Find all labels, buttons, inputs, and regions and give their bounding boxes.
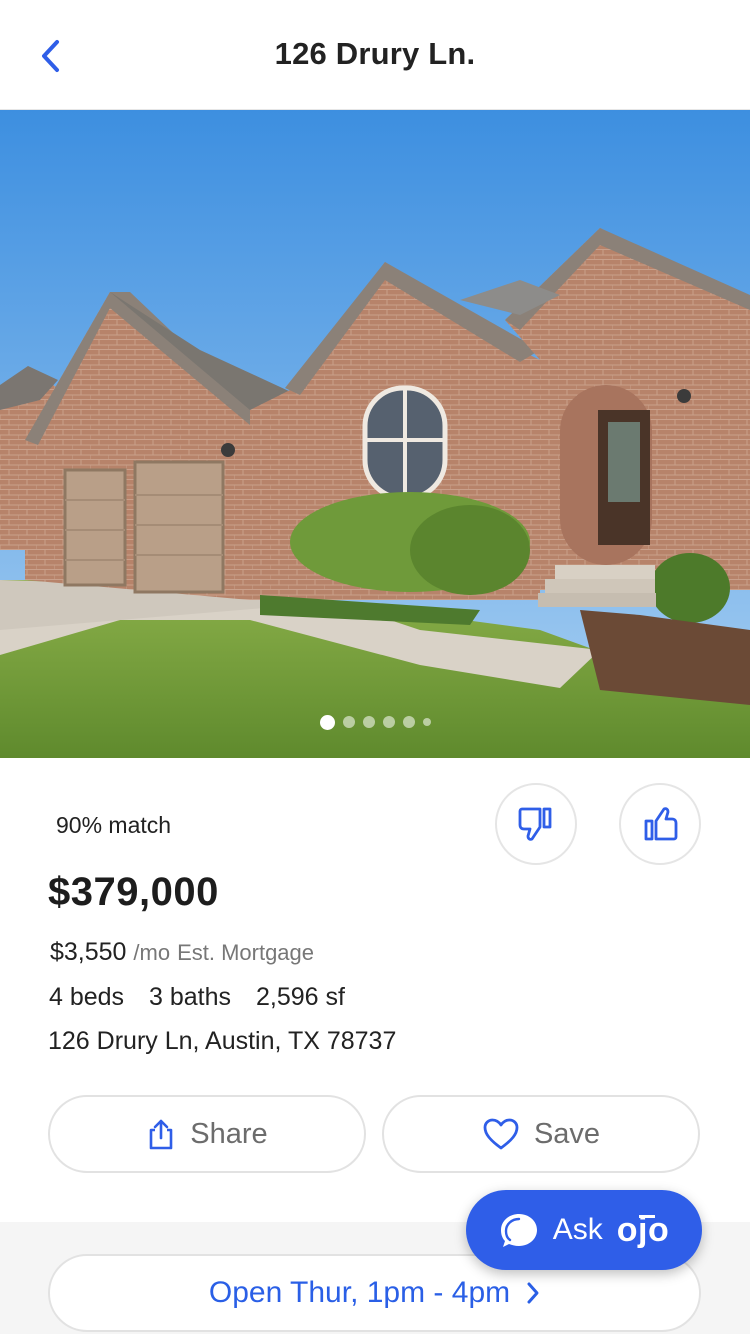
thumbs-up-icon — [644, 807, 678, 841]
pagination-dot[interactable] — [382, 716, 395, 728]
mortgage-estimate: $3,550 /mo Est. Mortgage — [50, 938, 314, 967]
square-footage: 2,596 sf — [255, 983, 345, 1011]
match-percentage: 90% match — [56, 812, 172, 838]
save-label: Save — [533, 1117, 601, 1150]
photo-pagination[interactable] — [0, 715, 750, 730]
pagination-dot[interactable] — [422, 718, 431, 726]
baths-count: 3 baths — [149, 983, 232, 1011]
house-photo-image — [0, 110, 750, 758]
mortgage-label: Est. Mortgage — [177, 940, 315, 965]
pagination-dot[interactable] — [342, 716, 355, 728]
app-header: 126 Drury Ln. — [0, 0, 750, 110]
listing-price: $379,000 — [48, 870, 219, 914]
listing-specs: 4 beds 3 baths 2,596 sf — [49, 983, 363, 1012]
mortgage-period: /mo — [133, 940, 171, 965]
share-icon — [149, 1119, 173, 1150]
dislike-button[interactable] — [495, 783, 577, 865]
ojo-logo: ojo — [616, 1210, 670, 1249]
chat-bubble-icon — [500, 1214, 537, 1247]
share-button[interactable]: Share — [48, 1095, 366, 1173]
ask-label: Ask — [552, 1213, 603, 1246]
thumbs-down-icon — [518, 807, 552, 841]
chevron-right-icon — [527, 1282, 539, 1304]
beds-count: 4 beds — [49, 983, 125, 1011]
page-title: 126 Drury Ln. — [274, 36, 476, 71]
pagination-dot-active[interactable] — [319, 715, 335, 730]
pagination-dot[interactable] — [362, 716, 375, 728]
save-button[interactable]: Save — [382, 1095, 700, 1173]
like-button[interactable] — [619, 783, 701, 865]
listing-address: 126 Drury Ln, Austin, TX 78737 — [48, 1027, 397, 1055]
pagination-dot[interactable] — [402, 716, 415, 728]
share-label: Share — [190, 1117, 268, 1150]
ask-ojo-button[interactable]: Ask ojo — [466, 1190, 702, 1270]
mortgage-amount: $3,550 — [50, 938, 127, 966]
open-house-label: Open Thur, 1pm - 4pm — [208, 1276, 511, 1309]
listing-photo[interactable] — [0, 110, 750, 758]
heart-icon — [483, 1118, 519, 1150]
